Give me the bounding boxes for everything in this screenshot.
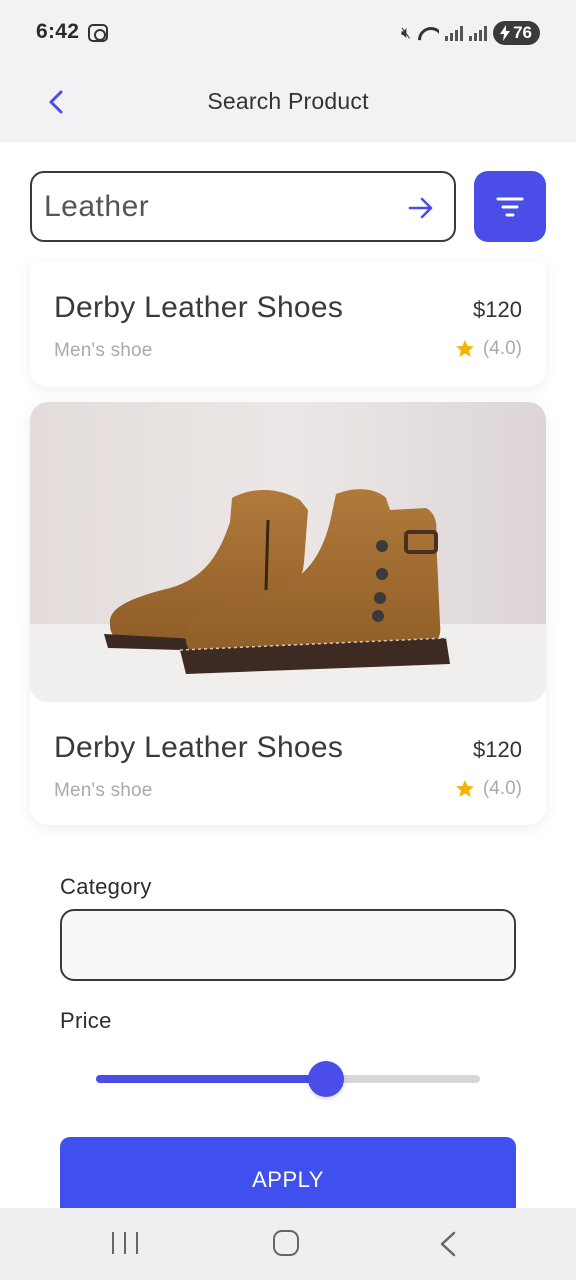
product-info: Derby Leather Shoes $120 Men's shoe (4.0… [30,727,546,825]
filter-icon [496,197,524,216]
recents-icon[interactable] [112,1232,138,1256]
product-name: Derby Leather Shoes [54,731,344,764]
category-label: Category [60,874,152,899]
apply-button[interactable]: APPLY [60,1137,516,1219]
battery-level: 76 [513,23,532,42]
product-image [30,402,546,702]
price-label: Price [60,1008,112,1033]
product-category: Men's shoe [54,340,153,361]
status-bar: 6:42 🔇︎ 76 [0,0,576,64]
product-info: Derby Leather Shoes $120 Men's shoe (4.0… [30,287,546,387]
price-slider-fill [96,1075,327,1083]
wifi-icon [417,25,439,41]
rating-value: (4.0) [482,778,522,799]
battery-indicator: 76 [493,21,540,45]
arrow-right-icon[interactable] [406,193,436,223]
product-category: Men's shoe [54,780,153,801]
status-icons: 🔇︎ 76 [401,20,540,46]
signal-icon [469,25,488,41]
category-input[interactable] [60,909,516,981]
product-rating: (4.0) [455,778,522,800]
screenshot-icon [88,24,108,42]
search-input[interactable] [44,187,384,227]
price-slider[interactable] [96,1061,480,1097]
page-title: Search Product [207,88,369,114]
boots-photo [30,402,546,702]
star-icon [455,340,474,357]
signal-icon [445,25,464,41]
product-price: $120 [473,297,522,322]
home-icon[interactable] [273,1230,299,1256]
product-card[interactable]: Derby Leather Shoes $120 Men's shoe (4.0… [30,262,546,387]
search-box [30,171,456,242]
battery-charging-icon [500,25,511,41]
status-time: 6:42 [36,20,80,43]
product-card[interactable]: Derby Leather Shoes $120 Men's shoe (4.0… [30,402,546,825]
filter-button[interactable] [474,171,546,242]
product-name: Derby Leather Shoes [54,291,344,324]
product-price: $120 [473,737,522,762]
rating-value: (4.0) [482,338,522,359]
back-icon[interactable] [436,1230,460,1258]
app-header: Search Product [0,64,576,142]
star-icon [455,780,474,797]
mute-icon: 🔇︎ [400,23,412,42]
price-slider-thumb[interactable] [308,1061,345,1097]
product-rating: (4.0) [455,338,522,360]
system-nav-bar [0,1208,576,1280]
